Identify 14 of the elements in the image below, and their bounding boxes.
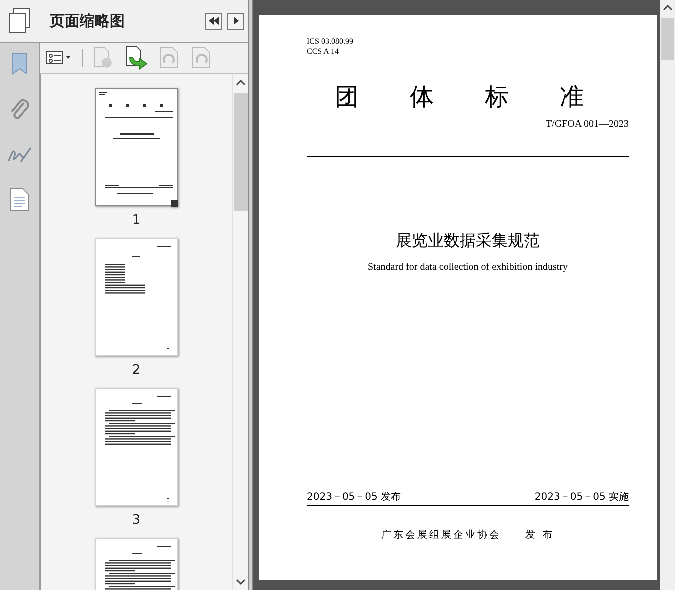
document-title: 展览业数据采集规范 (396, 231, 540, 252)
page-number: 3 (132, 513, 141, 528)
standard-code: T/GFOA 001—2023 (546, 119, 629, 130)
ccs-code: CCS A 14 (307, 47, 340, 57)
page-number: 1 (132, 213, 141, 228)
effective-date: 2023－05－05 实施 (534, 490, 629, 504)
publisher-name: 广东会展组展企业协会 (381, 528, 502, 542)
ics-code: ICS 03.080.99 (307, 37, 354, 47)
panel-title: 页面缩略图 (50, 12, 125, 30)
document-subtitle: Standard for data collection of exhibition industry (368, 262, 568, 273)
document-heading: 团体标准 (335, 82, 629, 113)
page-number: 2 (132, 363, 141, 378)
publish-label: 发 布 (525, 529, 555, 542)
issue-date: 2023－05－05 发布 (307, 491, 402, 504)
